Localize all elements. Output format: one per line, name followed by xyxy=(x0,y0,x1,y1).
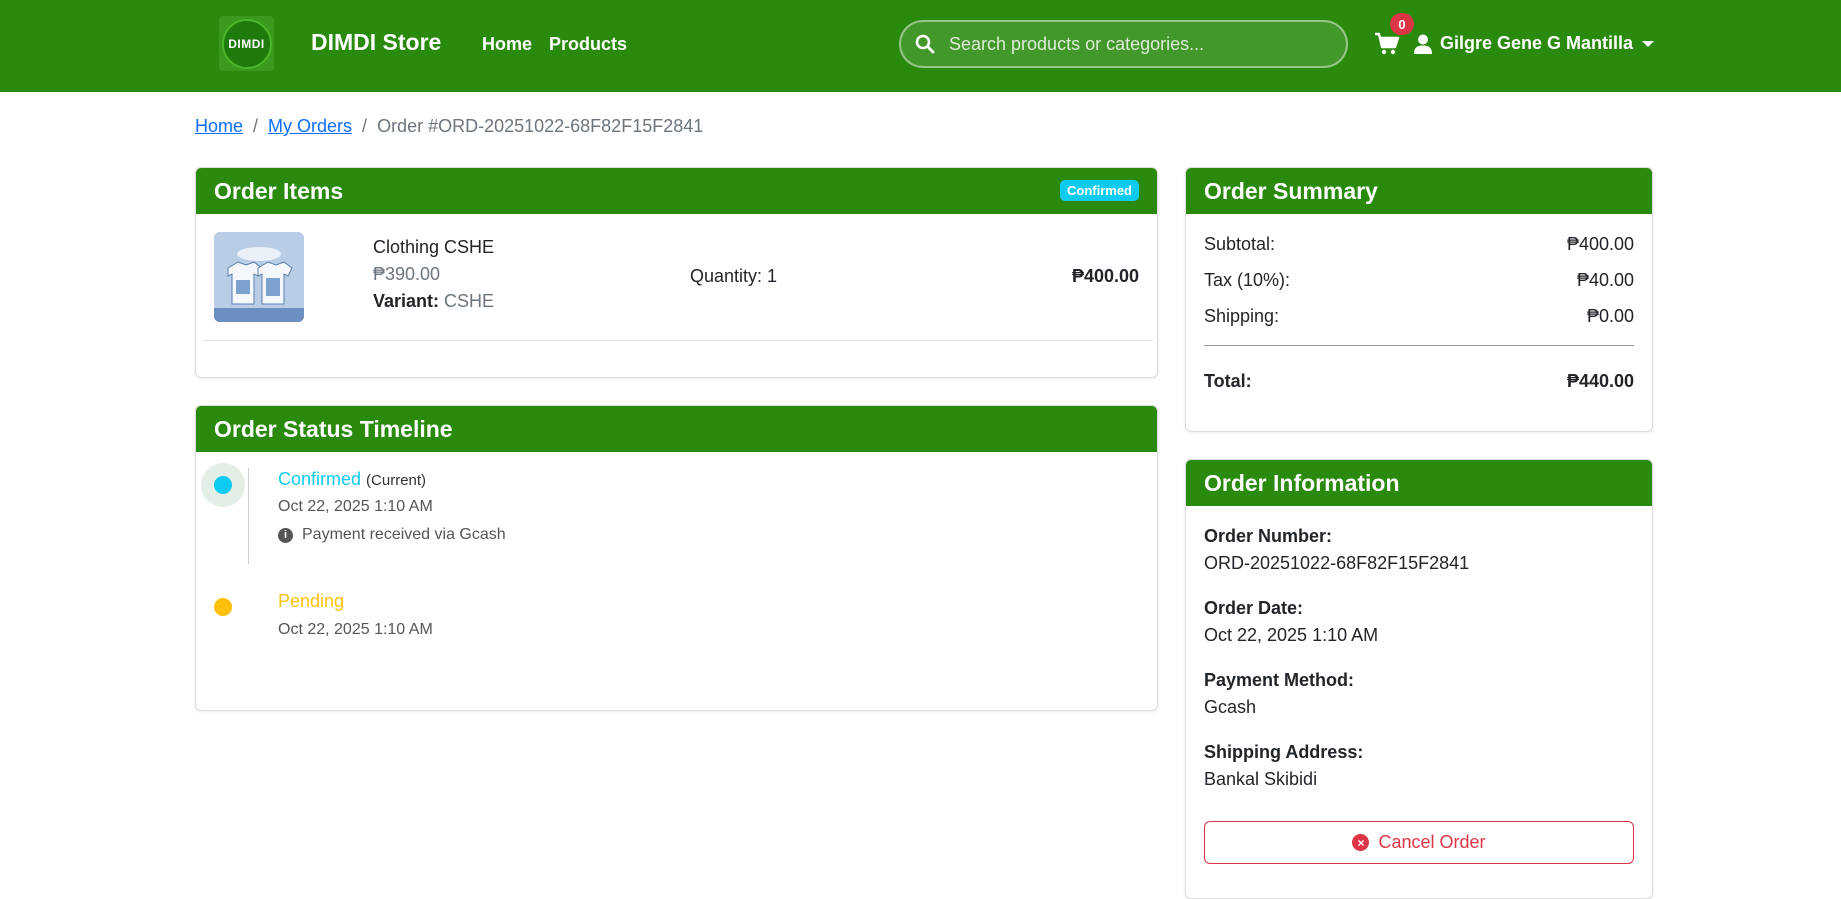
payment-method-label: Payment Method: xyxy=(1204,670,1355,690)
subtotal-row: Subtotal: ₱400.00 xyxy=(1204,234,1634,255)
tshirt-image-icon xyxy=(214,232,304,322)
summary-header: Order Summary xyxy=(1186,168,1652,214)
timeline-body: Confirmed (Current) Oct 22, 2025 1:10 AM… xyxy=(196,452,1157,710)
timeline-status: Confirmed xyxy=(278,469,362,489)
search-input[interactable] xyxy=(949,33,1329,55)
navbar: DIMDI DIMDI Store Home Products 0 Gilgre… xyxy=(0,0,1841,92)
total-label: Total: xyxy=(1204,371,1252,391)
timeline-note: i Payment received via Gcash xyxy=(278,526,506,544)
summary-title: Order Summary xyxy=(1204,177,1378,204)
summary-body: Subtotal: ₱400.00 Tax (10%): ₱40.00 Ship… xyxy=(1186,214,1652,431)
chevron-down-icon xyxy=(1642,40,1655,47)
timeline-time-pending: Oct 22, 2025 1:10 AM xyxy=(278,621,433,638)
cancel-circle-icon: × xyxy=(1352,834,1370,851)
logo-text: DIMDI xyxy=(221,18,272,69)
breadcrumb-current: Order #ORD-20251022-68F82F15F2841 xyxy=(377,116,704,136)
cancel-order-label: Cancel Order xyxy=(1378,832,1486,852)
timeline-entry-confirmed: Confirmed (Current) xyxy=(278,469,426,490)
cart-icon[interactable] xyxy=(1374,32,1400,56)
shipping-label: Shipping: xyxy=(1204,306,1280,326)
item-name: Clothing CSHE xyxy=(373,237,495,257)
payment-method-value: Gcash xyxy=(1204,697,1257,717)
order-items-title: Order Items xyxy=(214,177,344,204)
timeline-connector xyxy=(248,468,249,564)
tax-value: ₱40.00 xyxy=(1576,270,1634,290)
order-timeline-card: Order Status Timeline Confirmed (Current… xyxy=(195,405,1158,711)
cancel-order-button[interactable]: × Cancel Order xyxy=(1204,821,1634,864)
search-bar[interactable] xyxy=(899,20,1348,68)
breadcrumb: Home / My Orders / Order #ORD-20251022-6… xyxy=(195,116,703,137)
order-information-card: Order Information Order Number: ORD-2025… xyxy=(1185,459,1653,899)
timeline-status-pending: Pending xyxy=(278,591,345,611)
timeline-dot-pending xyxy=(214,598,232,616)
cart-count-badge: 0 xyxy=(1390,13,1414,35)
tax-row: Tax (10%): ₱40.00 xyxy=(1204,270,1634,291)
nav-link-products[interactable]: Products xyxy=(549,34,627,55)
nav-link-home[interactable]: Home xyxy=(482,34,532,55)
order-date-value: Oct 22, 2025 1:10 AM xyxy=(1204,625,1379,645)
info-title: Order Information xyxy=(1204,469,1400,496)
search-icon xyxy=(915,34,935,54)
variant-label: Variant: xyxy=(373,291,440,311)
shipping-row: Shipping: ₱0.00 xyxy=(1204,306,1634,327)
subtotal-value: ₱400.00 xyxy=(1566,234,1634,254)
user-icon xyxy=(1414,34,1432,54)
breadcrumb-separator: / xyxy=(362,116,368,136)
divider xyxy=(202,340,1153,341)
summary-divider xyxy=(1204,345,1634,346)
timeline-time: Oct 22, 2025 1:10 AM xyxy=(278,498,433,515)
total-row: Total: ₱440.00 xyxy=(1204,371,1634,392)
shipping-address-label: Shipping Address: xyxy=(1204,742,1364,762)
order-items-card: Order Items Confirmed Clothing CSHE ₱390… xyxy=(195,167,1158,378)
order-summary-card: Order Summary Subtotal: ₱400.00 Tax (10%… xyxy=(1185,167,1653,432)
timeline-header: Order Status Timeline xyxy=(196,406,1157,452)
info-body: Order Number: ORD-20251022-68F82F15F2841… xyxy=(1186,506,1652,898)
breadcrumb-separator: / xyxy=(253,116,259,136)
user-name: Gilgre Gene G Mantilla xyxy=(1440,33,1634,53)
shipping-value: ₱0.00 xyxy=(1586,306,1634,326)
order-date-label: Order Date: xyxy=(1204,598,1304,618)
timeline-dot-confirmed xyxy=(214,476,232,494)
breadcrumb-my-orders[interactable]: My Orders xyxy=(268,116,352,137)
order-items-header: Order Items Confirmed xyxy=(196,168,1157,214)
status-badge: Confirmed xyxy=(1060,180,1139,201)
order-number-value: ORD-20251022-68F82F15F2841 xyxy=(1204,553,1470,573)
brand-logo[interactable]: DIMDI xyxy=(219,16,274,71)
brand-name[interactable]: DIMDI Store xyxy=(311,29,441,56)
variant-value: CSHE xyxy=(444,291,495,311)
order-number-label: Order Number: xyxy=(1204,526,1333,546)
current-tag: (Current) xyxy=(366,472,427,489)
product-image[interactable] xyxy=(214,232,304,322)
item-variant: Variant: CSHE xyxy=(373,291,494,312)
tax-label: Tax (10%): xyxy=(1204,270,1291,290)
shipping-address-value: Bankal Skibidi xyxy=(1204,769,1318,789)
timeline-title: Order Status Timeline xyxy=(214,415,453,442)
item-total: ₱400.00 xyxy=(1071,266,1139,286)
info-header: Order Information xyxy=(1186,460,1652,506)
info-icon: i xyxy=(278,527,293,543)
item-quantity: Quantity: 1 xyxy=(690,266,778,286)
subtotal-label: Subtotal: xyxy=(1204,234,1276,254)
item-unit-price: ₱390.00 xyxy=(373,264,441,284)
breadcrumb-home[interactable]: Home xyxy=(195,116,243,137)
user-menu[interactable]: Gilgre Gene G Mantilla xyxy=(1414,33,1655,54)
timeline-note-text: Payment received via Gcash xyxy=(302,526,506,543)
order-item-row: Clothing CSHE ₱390.00 Variant: CSHE Quan… xyxy=(196,214,1157,377)
total-value: ₱440.00 xyxy=(1566,371,1634,391)
